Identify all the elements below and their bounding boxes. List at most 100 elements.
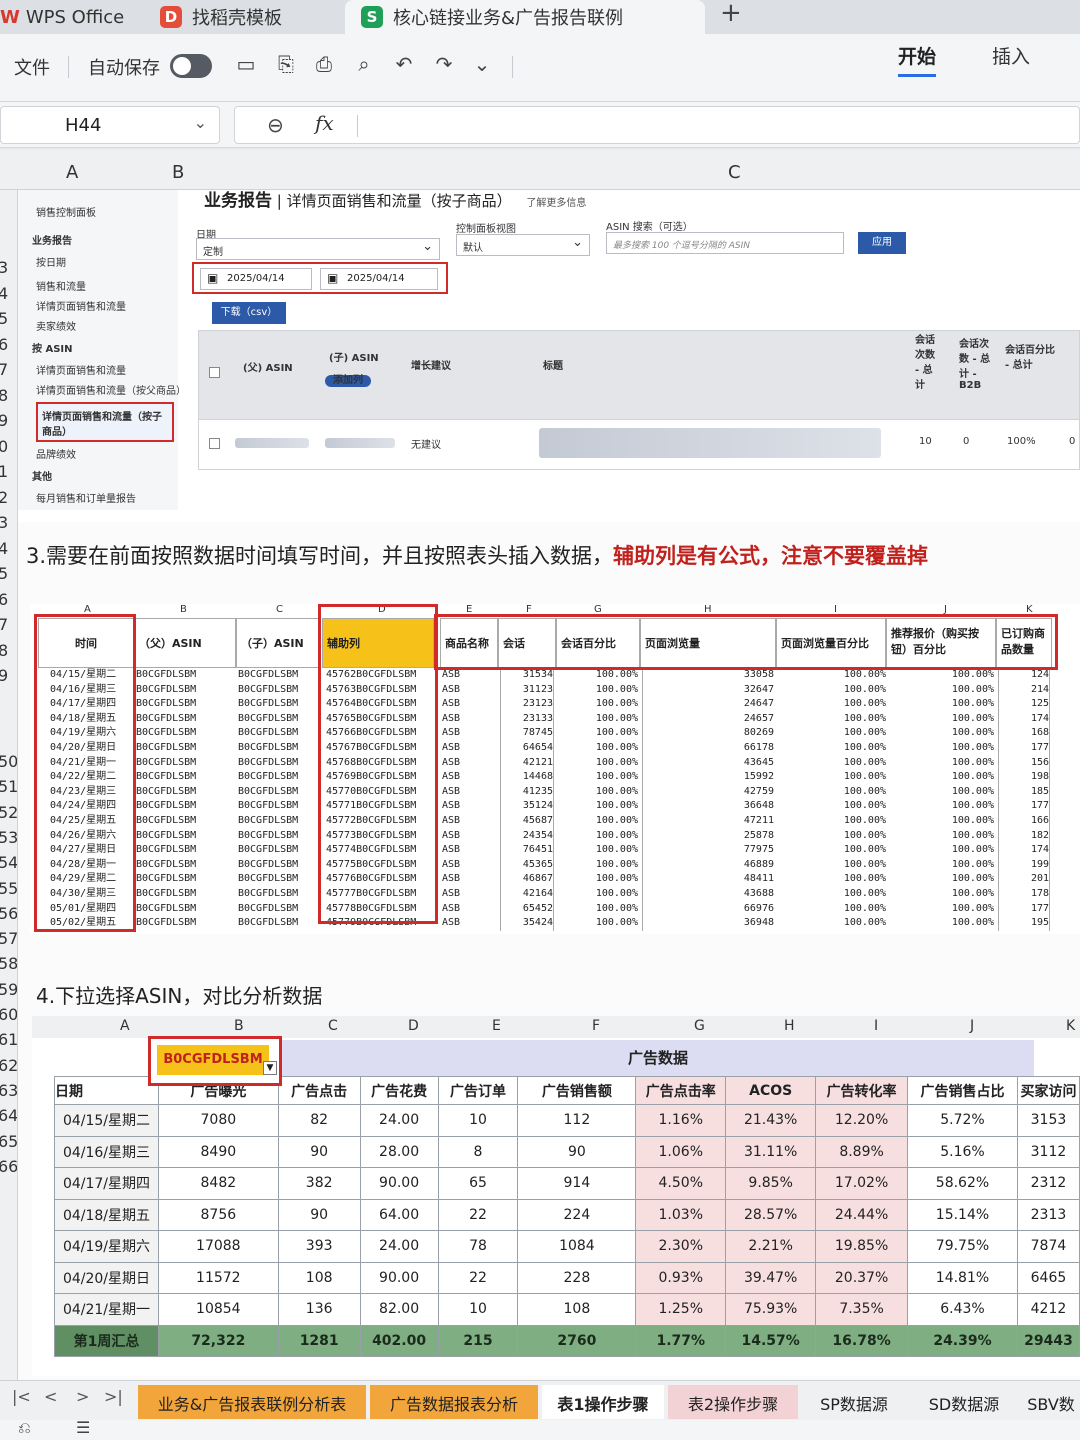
row-number[interactable]: 5	[0, 309, 8, 328]
redo-icon[interactable]: ↷	[430, 50, 458, 78]
list-view-icon[interactable]: ☰	[76, 1418, 90, 1437]
row-number[interactable]: 54	[0, 853, 17, 872]
chevron-down-icon[interactable]: ⌄	[194, 113, 207, 132]
row-number[interactable]: 66	[0, 1157, 17, 1176]
sheet-tab[interactable]: 业务&广告报表联例分析表	[138, 1385, 366, 1419]
data-cell[interactable]: 3153	[1016, 1104, 1080, 1137]
tab-document[interactable]: S 核心链接业务&广告报告联例	[345, 0, 705, 34]
sheet-canvas[interactable]: 销售控制面板 业务报告 按日期 销售和流量 详情页面销售和流量 卖家绩效 按 A…	[18, 190, 1080, 1380]
data-cell[interactable]: 72,322	[157, 1324, 279, 1357]
sheet-tab[interactable]: SD数据源	[910, 1385, 1018, 1419]
dropdown-arrow-icon[interactable]: ▼	[263, 1061, 277, 1075]
row-number[interactable]: 64	[0, 1106, 17, 1125]
data-cell[interactable]: 11572	[157, 1261, 279, 1294]
sheet-tab[interactable]: 广告数据报表分析	[370, 1385, 538, 1419]
row-number[interactable]: 6	[0, 335, 8, 354]
data-cell[interactable]: 1084	[517, 1230, 637, 1263]
data-cell[interactable]: 90.00	[359, 1261, 439, 1294]
row-number[interactable]: 55	[0, 879, 17, 898]
data-cell[interactable]: 224	[517, 1198, 637, 1231]
date-cell[interactable]: 04/18/星期五	[54, 1198, 159, 1231]
data-cell[interactable]: 1.06%	[635, 1135, 727, 1168]
row-number[interactable]: 7	[0, 615, 8, 634]
data-cell[interactable]: 58.62%	[907, 1167, 1018, 1200]
data-cell[interactable]: 7080	[157, 1104, 279, 1137]
data-cell[interactable]: 10854	[157, 1293, 279, 1326]
data-cell[interactable]: 22	[437, 1198, 519, 1231]
data-cell[interactable]: 215	[437, 1324, 519, 1357]
name-box[interactable]: H44 ⌄	[0, 106, 220, 144]
data-cell[interactable]: 31.11%	[725, 1135, 817, 1168]
sheet-tab[interactable]: 表2操作步骤	[668, 1385, 798, 1419]
column-header-b[interactable]: B	[172, 162, 184, 183]
data-cell[interactable]: 20.37%	[815, 1261, 909, 1294]
data-cell[interactable]: 2.30%	[635, 1230, 727, 1263]
prev-sheet-icon[interactable]: <	[44, 1387, 57, 1406]
row-number[interactable]: 3	[0, 513, 8, 532]
more-chevron-icon[interactable]: ⌄	[468, 50, 496, 78]
data-cell[interactable]: 9.85%	[725, 1167, 817, 1200]
row-number[interactable]: 51	[0, 777, 17, 796]
data-cell[interactable]: 24.00	[359, 1230, 439, 1263]
date-cell[interactable]: 04/19/星期六	[54, 1230, 159, 1263]
row-number[interactable]: 65	[0, 1132, 17, 1151]
data-cell[interactable]: 90.00	[359, 1167, 439, 1200]
row-number[interactable]: 9	[0, 666, 8, 685]
file-menu[interactable]: 文件	[14, 54, 50, 80]
date-cell[interactable]: 04/15/星期二	[54, 1104, 159, 1137]
data-cell[interactable]: 2.21%	[725, 1230, 817, 1263]
date-cell[interactable]: 04/16/星期三	[54, 1135, 159, 1168]
data-cell[interactable]: 108	[517, 1293, 637, 1326]
fx-icon[interactable]: fx	[315, 111, 334, 135]
row-number[interactable]: 60	[0, 1005, 17, 1024]
data-cell[interactable]: 1281	[277, 1324, 361, 1357]
data-cell[interactable]: 10	[437, 1104, 519, 1137]
data-cell[interactable]: 39.47%	[725, 1261, 817, 1294]
data-cell[interactable]: 82.00	[359, 1293, 439, 1326]
sheet-tab-active[interactable]: 表1操作步骤	[542, 1385, 664, 1419]
row-number[interactable]: 8	[0, 641, 8, 660]
data-cell[interactable]: 3112	[1016, 1135, 1080, 1168]
menu-start[interactable]: 开始	[898, 42, 937, 77]
row-number[interactable]: 52	[0, 803, 17, 822]
data-cell[interactable]: 6465	[1016, 1261, 1080, 1294]
data-cell[interactable]: 28.57%	[725, 1198, 817, 1231]
row-number[interactable]: 57	[0, 929, 17, 948]
data-cell[interactable]: 28.00	[359, 1135, 439, 1168]
data-cell[interactable]: 2313	[1016, 1198, 1080, 1231]
data-cell[interactable]: 22	[437, 1261, 519, 1294]
data-cell[interactable]: 14.81%	[907, 1261, 1018, 1294]
export-icon[interactable]: ⎘	[272, 50, 300, 78]
save-icon[interactable]: ▭	[232, 50, 260, 78]
data-cell[interactable]: 15.14%	[907, 1198, 1018, 1231]
row-number[interactable]: 58	[0, 954, 17, 973]
data-cell[interactable]: 64.00	[359, 1198, 439, 1231]
first-sheet-icon[interactable]: |<	[12, 1387, 31, 1406]
row-number[interactable]: 8	[0, 386, 8, 405]
column-header-c[interactable]: C	[728, 162, 741, 183]
data-cell[interactable]: 90	[277, 1198, 361, 1231]
formula-input[interactable]: ⊖ fx	[234, 106, 1080, 144]
data-cell[interactable]: 7874	[1016, 1230, 1080, 1263]
row-number[interactable]: 4	[0, 539, 8, 558]
data-cell[interactable]: 17.02%	[815, 1167, 909, 1200]
row-number[interactable]: 53	[0, 828, 17, 847]
data-cell[interactable]: 2312	[1016, 1167, 1080, 1200]
row-number[interactable]: 7	[0, 360, 8, 379]
data-cell[interactable]: 12.20%	[815, 1104, 909, 1137]
data-cell[interactable]: 393	[277, 1230, 361, 1263]
data-cell[interactable]: 8490	[157, 1135, 279, 1168]
row-number[interactable]: 61	[0, 1030, 17, 1049]
data-cell[interactable]: 75.93%	[725, 1293, 817, 1326]
data-cell[interactable]: 16.78%	[815, 1324, 909, 1357]
data-cell[interactable]: 29443	[1016, 1324, 1080, 1357]
data-cell[interactable]: 8756	[157, 1198, 279, 1231]
data-cell[interactable]: 402.00	[359, 1324, 439, 1357]
menu-insert[interactable]: 插入	[992, 42, 1030, 69]
data-cell[interactable]: 6.43%	[907, 1293, 1018, 1326]
print-icon[interactable]: ⎙	[310, 50, 338, 78]
data-cell[interactable]: 90	[277, 1135, 361, 1168]
data-cell[interactable]: 78	[437, 1230, 519, 1263]
row-number[interactable]: 5	[0, 564, 8, 583]
data-cell[interactable]: 82	[277, 1104, 361, 1137]
